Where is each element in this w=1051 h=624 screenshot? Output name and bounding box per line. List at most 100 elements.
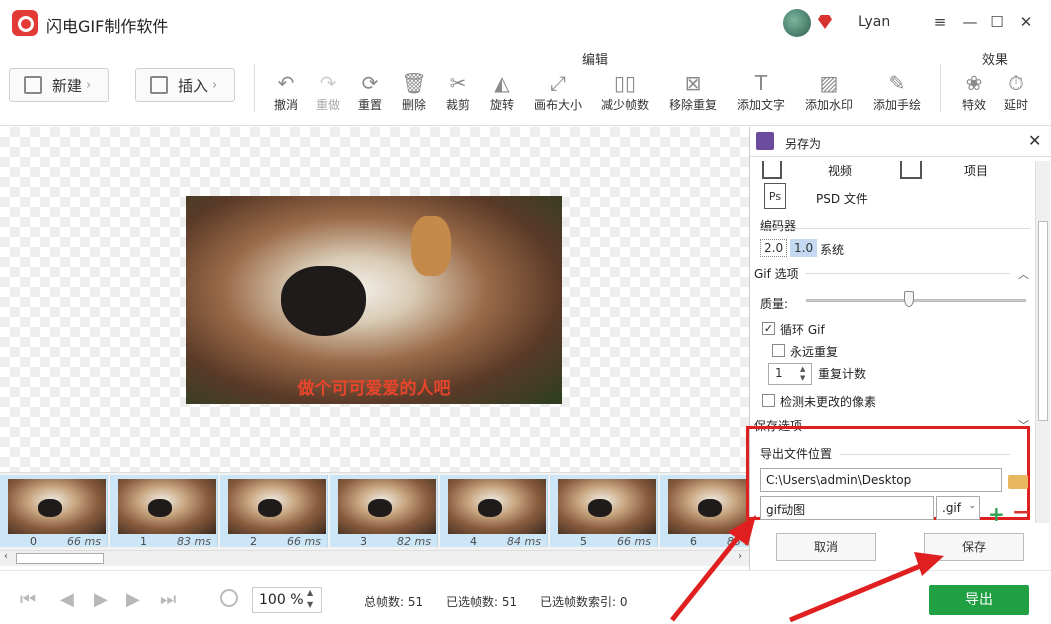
export-path-input[interactable]: C:\Users\admin\Desktop (760, 468, 1002, 492)
frame-duration: 84 ms (507, 535, 541, 548)
frame-duration: 66 ms (287, 535, 321, 548)
project-format-icon[interactable] (900, 161, 922, 179)
frame-image (338, 479, 436, 534)
add-text-button[interactable]: T 添加文字 (733, 70, 789, 113)
first-frame-icon[interactable]: ⏮ (20, 589, 36, 610)
rotate-button[interactable]: ◭ 旋转 (474, 70, 530, 113)
username[interactable]: Lyan (858, 14, 890, 30)
previous-frame-icon[interactable]: ◀ (60, 589, 74, 610)
frame-thumbnail[interactable]: 0 66 ms (0, 475, 108, 548)
frame-image (228, 479, 326, 534)
new-file-icon (24, 76, 42, 94)
frame-thumbnail[interactable]: 2 66 ms (220, 475, 328, 548)
frame-duration: 66 ms (67, 535, 101, 548)
gif-options-label: Gif 选项 (754, 267, 799, 281)
close-button[interactable]: ✕ (1016, 12, 1036, 32)
effects-label: 特效 (961, 98, 986, 112)
delay-button[interactable]: ⏱ 延时 (988, 70, 1044, 113)
detect-unchanged-checkbox[interactable] (762, 394, 775, 407)
frame-image (448, 479, 546, 534)
panel-scrollbar-thumb[interactable] (1038, 221, 1048, 421)
add-watermark-button[interactable]: ▨ 添加水印 (801, 70, 857, 113)
cancel-button[interactable]: 取消 (776, 533, 876, 561)
frame-index: 1 (140, 535, 147, 548)
dog-nose-shape (281, 266, 366, 336)
filename-input[interactable]: gif动图 (760, 496, 934, 520)
psd-file-icon[interactable]: Ps (764, 183, 786, 209)
repeat-forever-checkbox[interactable] (772, 344, 785, 357)
new-button[interactable]: 新建 › (9, 68, 109, 102)
remove-icon[interactable]: − (1012, 500, 1030, 525)
resize-icon: ⤢ (550, 71, 566, 95)
encoder-option-1-0[interactable]: 1.0 (790, 239, 818, 257)
add-drawing-label: 添加手绘 (872, 98, 921, 112)
repeat-count-label: 重复计数 (818, 367, 867, 381)
encoder-option-system[interactable]: 系统 (820, 241, 844, 258)
toolbar-divider (254, 64, 255, 112)
frame-thumbnail[interactable]: 1 83 ms (110, 475, 218, 548)
frame-image (668, 479, 749, 534)
video-format-icon[interactable] (762, 161, 782, 179)
title-bar: 闪电GIF制作软件 Lyan ≡ — ☐ ✕ (0, 0, 1051, 46)
frame-thumbnail[interactable]: 6 83 ms (660, 475, 749, 548)
menu-button[interactable]: ≡ (930, 12, 950, 32)
minimize-button[interactable]: — (960, 12, 980, 32)
frame-duration: 66 ms (617, 535, 651, 548)
add-icon[interactable]: + (988, 502, 1005, 526)
reset-label: 重置 (357, 98, 382, 112)
quality-slider-track[interactable] (806, 299, 1026, 302)
vip-diamond-icon[interactable] (818, 15, 832, 29)
reduce-frames-button[interactable]: ▯▯ 减少帧数 (597, 70, 653, 113)
add-drawing-button[interactable]: ✎ 添加手绘 (869, 70, 925, 113)
frame-thumbnail[interactable]: 4 84 ms (440, 475, 548, 548)
frame-thumbnail[interactable]: 5 66 ms (550, 475, 658, 548)
loop-gif-checkbox[interactable]: ✓ (762, 322, 775, 335)
undo-label: 撤消 (273, 98, 298, 112)
export-button[interactable]: 导出 (929, 585, 1029, 615)
avatar[interactable] (783, 9, 811, 37)
save-button[interactable]: 保存 (924, 533, 1024, 561)
frame-duration: 82 ms (397, 535, 431, 548)
collapse-caret-icon[interactable]: ︿ (1018, 266, 1029, 282)
frame-thumbnail[interactable]: 3 82 ms (330, 475, 438, 548)
section-divider (840, 454, 1010, 455)
frame-index: 0 (30, 535, 37, 548)
next-frame-icon[interactable]: ▶ (126, 589, 140, 610)
panel-close-icon[interactable]: ✕ (1028, 131, 1041, 150)
extension-select[interactable]: .gif ⌄ (936, 496, 980, 520)
maximize-button[interactable]: ☐ (987, 12, 1007, 32)
folder-icon[interactable] (1008, 475, 1028, 489)
gif-preview-image[interactable]: 做个可可爱爱的人吧 (186, 196, 562, 404)
insert-button-label: 插入 (178, 76, 209, 95)
remove-duplicates-label: 移除重复 (668, 98, 717, 112)
new-button-label: 新建 (52, 76, 83, 95)
repeat-count-stepper[interactable]: 1 (768, 363, 812, 385)
scroll-left-icon[interactable]: ‹ (4, 551, 8, 562)
frame-index: 3 (360, 535, 367, 548)
quality-slider-thumb[interactable] (904, 291, 915, 307)
stepper-arrows-icon[interactable]: ▲ ▼ (800, 365, 805, 383)
delay-label: 延时 (1003, 98, 1028, 112)
insert-button[interactable]: 插入 › (135, 68, 235, 102)
repeat-forever-label: 永远重复 (790, 345, 839, 359)
timer-icon: ⏱ (1008, 71, 1024, 95)
canvas-size-button[interactable]: ⤢ 画布大小 (530, 70, 586, 113)
play-icon[interactable]: ▶ (94, 589, 108, 610)
format-project-option[interactable]: 项目 (964, 162, 988, 179)
encoder-option-2-0[interactable]: 2.0 (760, 239, 788, 257)
selected-index-stat: 已选帧数索引: 0 (540, 595, 628, 609)
format-video-option[interactable]: 视频 (828, 162, 852, 179)
frame-strip-scrollbar[interactable]: ‹ › (0, 550, 749, 566)
last-frame-icon[interactable]: ⏭ (160, 589, 176, 610)
panel-scrollbar[interactable] (1035, 161, 1050, 523)
rotate-label: 旋转 (489, 98, 514, 112)
frame-strip: 0 66 ms 1 83 ms 2 66 ms 3 82 ms 4 84 ms 5 66 ms 6 83 … (0, 472, 749, 550)
preview-caption: 做个可可爱爱的人吧 (297, 379, 451, 399)
zoom-stepper-icon[interactable]: ▲ ▼ (307, 587, 313, 611)
format-psd-option[interactable]: PSD 文件 (816, 190, 868, 207)
remove-duplicates-button[interactable]: ⊠ 移除重复 (665, 70, 721, 113)
scroll-right-icon[interactable]: › (738, 551, 742, 562)
save-as-panel: 另存为 ✕ 视频 项目 Ps PSD 文件 编码器 2.0 1.0 系统 Gif… (746, 127, 1051, 570)
scrollbar-thumb[interactable] (16, 553, 104, 564)
zoom-unit: % (290, 592, 304, 608)
